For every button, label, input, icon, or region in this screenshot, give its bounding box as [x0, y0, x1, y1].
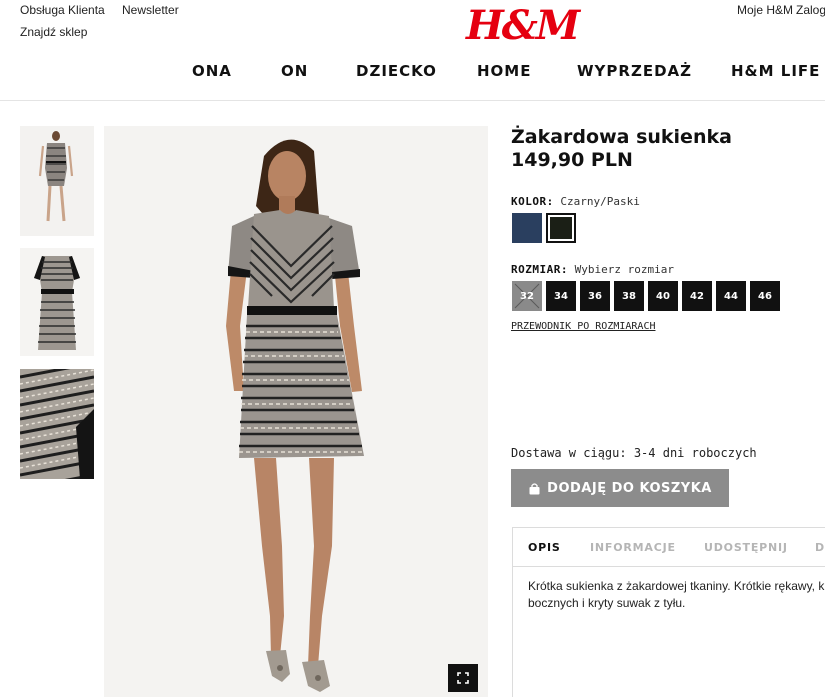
tab-more[interactable]: DO — [815, 541, 825, 554]
fullscreen-button[interactable] — [448, 664, 478, 692]
description-text: Krótka sukienka z żakardowej tkaniny. Kr… — [528, 578, 825, 612]
main-nav: ONA ON DZIECKO HOME WYPRZEDAŻ H&M LIFE — [0, 62, 825, 84]
thumbnail-model[interactable] — [20, 126, 94, 236]
product-title: Żakardowa sukienka — [511, 126, 732, 148]
size-option-32[interactable]: 32 — [512, 281, 542, 311]
size-label: ROZMIAR: — [511, 263, 568, 276]
nav-item-hm-life[interactable]: H&M LIFE — [731, 62, 820, 80]
nav-item-on[interactable]: ON — [281, 62, 308, 80]
size-option-40[interactable]: 40 — [648, 281, 678, 311]
newsletter-link[interactable]: Newsletter — [122, 3, 179, 17]
delivery-info: Dostawa w ciągu: 3-4 dni roboczych — [511, 446, 757, 460]
product-main-image — [104, 126, 488, 697]
tab-informacje[interactable]: INFORMACJE — [590, 541, 676, 554]
size-option-46[interactable]: 46 — [750, 281, 780, 311]
login-link[interactable]: Zalog — [796, 3, 825, 17]
size-option-44[interactable]: 44 — [716, 281, 746, 311]
color-swatch-navy[interactable] — [512, 213, 542, 243]
description-line-1: Krótka sukienka z żakardowej tkaniny. Kr… — [528, 579, 825, 593]
tab-opis[interactable]: OPIS — [528, 541, 561, 554]
color-label: KOLOR: — [511, 195, 554, 208]
thumbnail-dress[interactable] — [20, 248, 94, 356]
size-row: ROZMIAR: Wybierz rozmiar — [511, 263, 674, 276]
customer-service-link[interactable]: Obsługa Klienta — [20, 3, 105, 17]
nav-item-dziecko[interactable]: DZIECKO — [356, 62, 437, 80]
tab-bar: OPIS INFORMACJE UDOSTĘPNIJ DO — [513, 528, 825, 567]
product-details-tabs: OPIS INFORMACJE UDOSTĘPNIJ DO Krótka suk… — [512, 527, 825, 697]
size-option-36[interactable]: 36 — [580, 281, 610, 311]
size-guide-link[interactable]: PRZEWODNIK PO ROZMIARACH — [511, 321, 656, 332]
nav-item-wyprzedaz[interactable]: WYPRZEDAŻ — [577, 62, 692, 80]
my-hm-link[interactable]: Moje H&M — [737, 3, 793, 17]
header-divider — [0, 100, 825, 101]
hm-logo[interactable]: H&M — [466, 2, 580, 50]
color-value: Czarny/Paski — [560, 195, 640, 208]
nav-item-home[interactable]: HOME — [477, 62, 531, 80]
color-row: KOLOR: Czarny/Paski — [511, 195, 640, 208]
add-to-cart-label: DODAJĘ DO KOSZYKA — [547, 480, 712, 496]
add-to-cart-button[interactable]: DODAJĘ DO KOSZYKA — [511, 469, 729, 507]
size-option-38[interactable]: 38 — [614, 281, 644, 311]
expand-icon — [457, 672, 469, 684]
size-option-34[interactable]: 34 — [546, 281, 576, 311]
description-line-2: bocznych i kryty suwak z tyłu. — [528, 596, 686, 610]
product-price: 149,90 PLN — [511, 149, 633, 171]
thumbnail-fabric-detail[interactable] — [20, 369, 94, 479]
nav-item-ona[interactable]: ONA — [192, 62, 232, 80]
size-prompt: Wybierz rozmiar — [574, 263, 674, 276]
find-store-link[interactable]: Znajdź sklep — [20, 25, 87, 39]
color-swatch-black-stripes[interactable] — [546, 213, 576, 243]
tab-udostepnij[interactable]: UDOSTĘPNIJ — [704, 541, 788, 554]
shopping-bag-icon — [529, 482, 540, 494]
size-option-42[interactable]: 42 — [682, 281, 712, 311]
